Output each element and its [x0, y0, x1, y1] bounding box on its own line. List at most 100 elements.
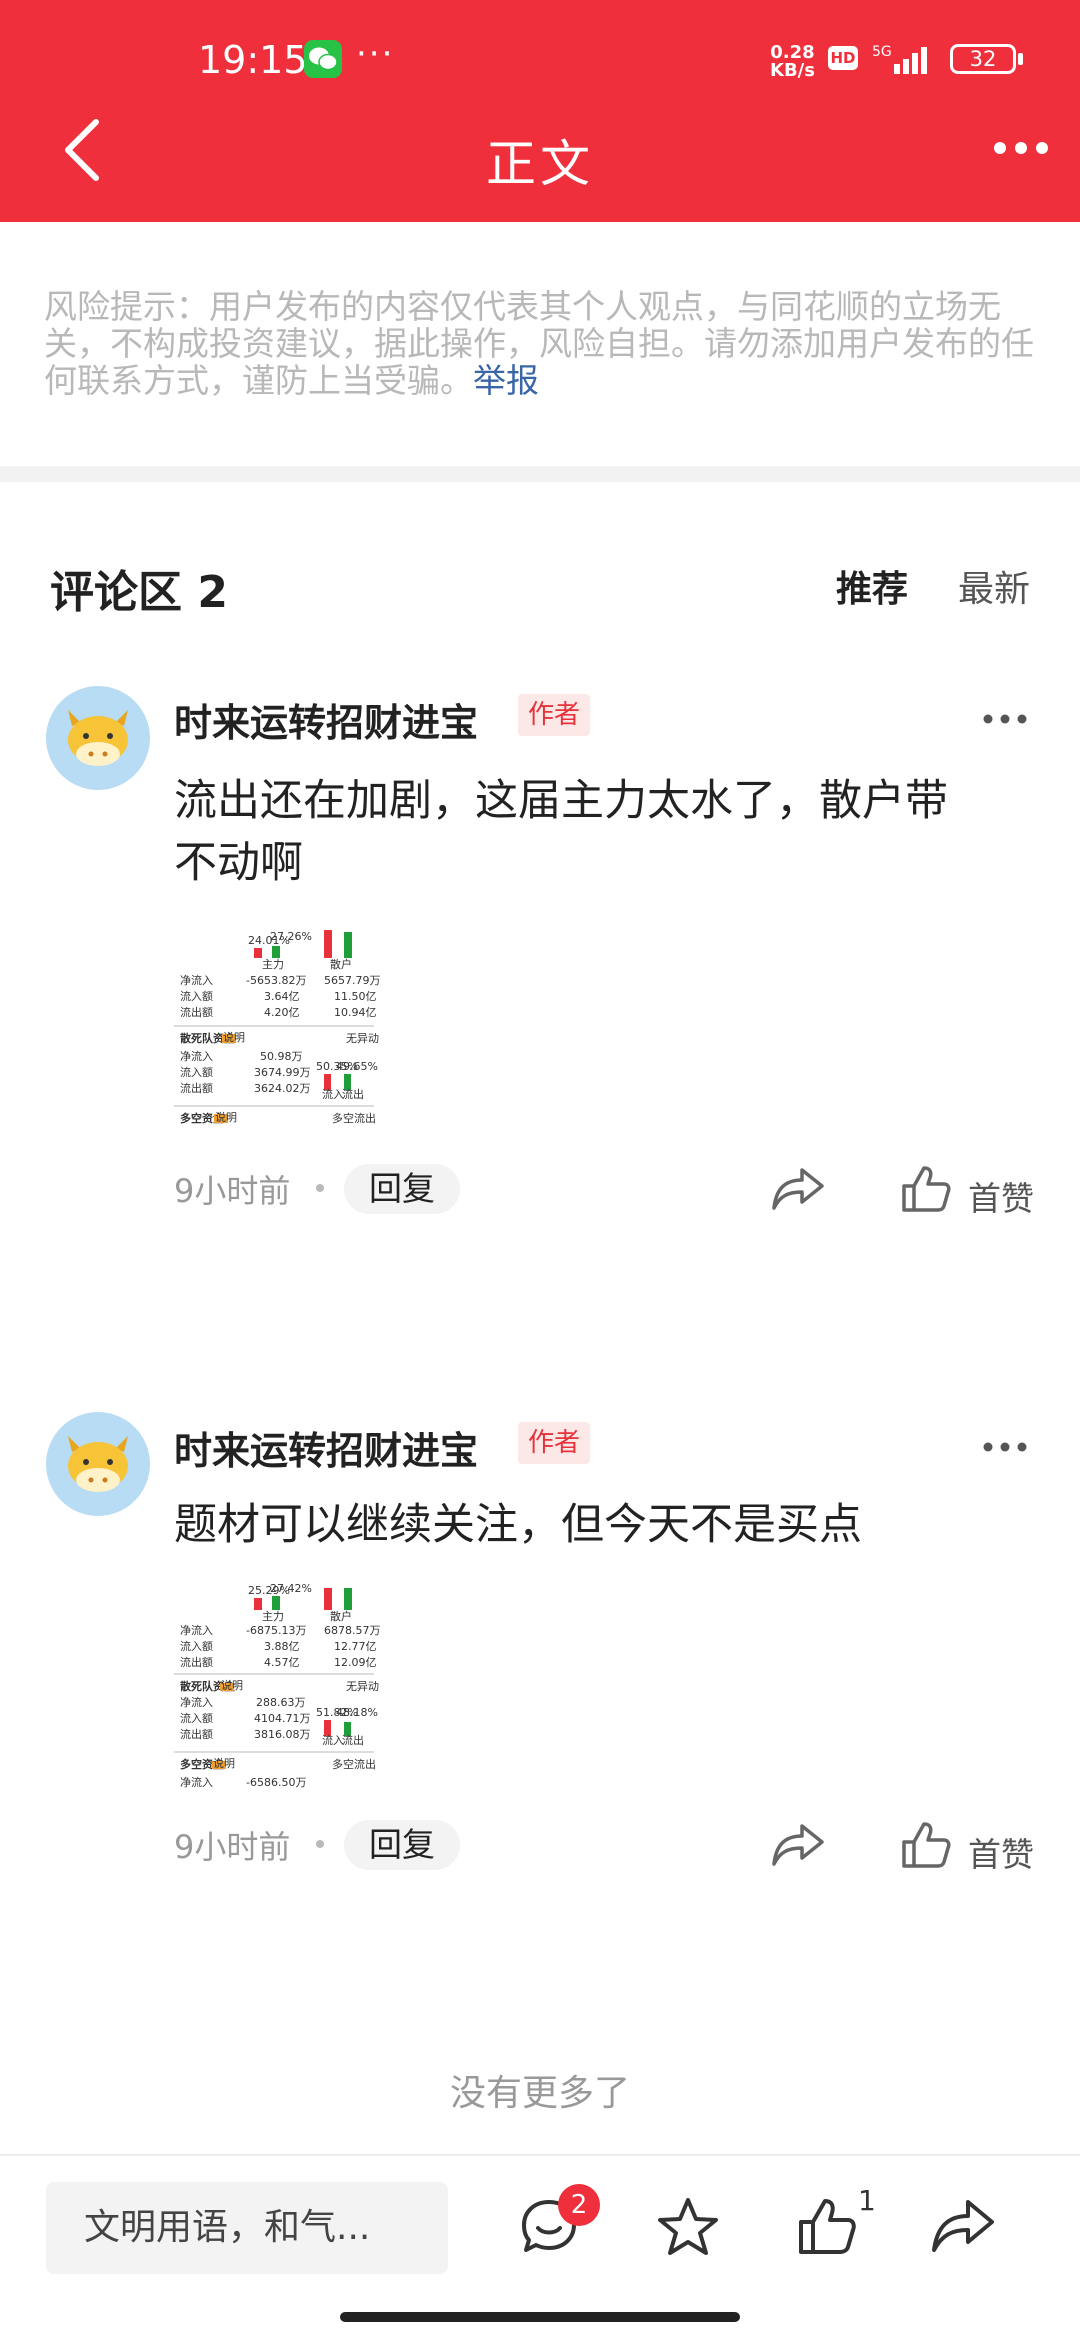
avatar[interactable] [46, 1412, 150, 1516]
fund-row-label: 流出额 [180, 1005, 213, 1019]
fund-row-label: 流入额 [180, 1711, 213, 1725]
comment-time: 9小时前 [174, 1828, 291, 1866]
retail-label: 散户 [330, 957, 352, 971]
share-forward-icon[interactable] [930, 2196, 996, 2258]
section2-tag: 说明 [223, 1030, 245, 1044]
section2-right: 无异动 [346, 1680, 379, 1693]
share-icon[interactable] [770, 1820, 826, 1872]
fund-row-v2: 10.94亿 [334, 1006, 377, 1019]
reply-button[interactable]: 回复 [344, 1820, 460, 1870]
cow-avatar-icon [68, 710, 128, 766]
retail-out-bar [344, 1588, 352, 1610]
report-link[interactable]: 举报 [473, 361, 539, 400]
like-icon[interactable] [900, 1820, 952, 1874]
retail-out-bar [344, 932, 352, 958]
separator-dot [316, 1840, 324, 1848]
out-label: 流出 [342, 1733, 364, 1747]
comment-username[interactable]: 时来运转招财进宝 [174, 1420, 478, 1475]
fund-row-label: 流入额 [180, 1065, 213, 1079]
like-thumb-icon[interactable] [796, 2196, 858, 2262]
main-out-bar [272, 946, 280, 958]
comment-image-fund-flow[interactable]: 24.01% 27.26% 主力 散户 净流入 -5653.82万 5657.7… [174, 928, 474, 1158]
fund-row-v2: 12.77亿 [334, 1640, 377, 1653]
comment-count-badge: 2 [558, 2184, 600, 2226]
fund-row-label: 净流入 [180, 1623, 213, 1637]
status-time: 19:15 [198, 38, 308, 82]
reply-button[interactable]: 回复 [344, 1164, 460, 1214]
avatar[interactable] [46, 686, 150, 790]
app-header: 19:15 ··· 0.28 KB/s HD 5G 32 正文 [0, 0, 1080, 222]
like-count: 1 [858, 2184, 876, 2217]
fund-row-label: 流出额 [180, 1727, 213, 1741]
like-icon[interactable] [900, 1164, 952, 1218]
section2-right: 无异动 [346, 1032, 379, 1045]
main-out-pct: 27.42% [270, 1584, 312, 1595]
fund-row-v1: 3624.02万 [254, 1082, 311, 1095]
fund-row-v2: 6878.57万 [324, 1624, 381, 1637]
author-badge: 作者 [518, 1422, 591, 1464]
out-label: 流出 [342, 1087, 364, 1101]
main-in-bar [254, 948, 262, 958]
main-out-bar [272, 1596, 280, 1610]
section3-right: 多空流出 [332, 1111, 376, 1125]
comment-text: 流出还在加剧，这届主力太水了，散户带 不动啊 [174, 770, 1034, 894]
fund-row-v1: 3.64亿 [264, 990, 300, 1003]
comment-time: 9小时前 [174, 1172, 291, 1210]
main-label: 主力 [262, 1610, 284, 1623]
sort-recommended-tab[interactable]: 推荐 [836, 560, 908, 612]
fund-row-v1: 4.20亿 [264, 1006, 300, 1019]
fund-row-label: 流入额 [180, 989, 213, 1003]
wechat-notification-icon [304, 40, 342, 78]
no-more-text: 没有更多了 [449, 2073, 630, 2114]
first-like-label[interactable]: 首赞 [968, 1828, 1034, 1876]
first-like-label[interactable]: 首赞 [968, 1172, 1034, 1220]
comment-image-fund-flow[interactable]: 25.29% 27.42% 主力 散户 净流入 -6875.13万 6878.5… [174, 1582, 474, 1798]
share-icon[interactable] [770, 1164, 826, 1216]
author-badge: 作者 [518, 694, 591, 736]
comment-more-button[interactable] [982, 710, 1028, 729]
fund-row-label: 流出额 [180, 1081, 213, 1095]
main-label: 主力 [262, 958, 284, 971]
fund-row-label: 净流入 [180, 1695, 213, 1709]
risk-notice-text: 风险提示：用户发布的内容仅代表其个人观点，与同花顺的立场无关，不构成投资建议，据… [44, 287, 1034, 400]
fund-row-v1: -6586.50万 [246, 1776, 306, 1789]
fund-row-v1: 4104.71万 [254, 1712, 311, 1725]
battery-tip [1018, 53, 1023, 65]
in-label: 流入 [322, 1733, 344, 1747]
comment-input[interactable]: 文明用语，和气... [46, 2182, 448, 2274]
fund-row-v1: 288.63万 [256, 1696, 306, 1709]
fund-row-v1: 3.88亿 [264, 1640, 300, 1653]
comments-section-title: 评论区 2 [50, 567, 228, 618]
more-options-button[interactable] [992, 140, 1050, 160]
signal-icon: 5G [872, 42, 942, 82]
more-horizontal-icon [983, 714, 1027, 724]
main-in-bar [254, 1598, 262, 1610]
page-title: 正文 [486, 135, 594, 193]
comment-text: 题材可以继续关注，但今天不是买点 [174, 1494, 1034, 1556]
out-pct2: 48.18% [336, 1706, 378, 1719]
cow-avatar-icon [68, 1436, 128, 1492]
comment-username[interactable]: 时来运转招财进宝 [174, 692, 478, 747]
more-notifications-icon: ··· [356, 34, 395, 74]
status-bar: 19:15 ··· 0.28 KB/s HD 5G 32 [0, 34, 1080, 90]
section3-tag: 说明 [215, 1110, 237, 1124]
fund-row-v2: 12.09亿 [334, 1656, 377, 1669]
comment-text-line: 不动啊 [174, 838, 303, 888]
retail-in-bar [324, 930, 332, 958]
fund-row-v1: 3816.08万 [254, 1728, 311, 1741]
more-horizontal-icon [983, 1442, 1027, 1452]
in-label: 流入 [322, 1087, 344, 1101]
network-speed: 0.28 KB/s [770, 44, 815, 80]
battery-indicator: 32 [950, 44, 1016, 74]
comment-more-button[interactable] [982, 1438, 1028, 1457]
fund-row-v1: -6875.13万 [246, 1624, 306, 1637]
sort-latest-tab[interactable]: 最新 [958, 560, 1030, 612]
out-pct2: 49.65% [336, 1060, 378, 1073]
favorite-star-icon[interactable] [656, 2196, 720, 2262]
risk-notice: 风险提示：用户发布的内容仅代表其个人观点，与同花顺的立场无关，不构成投资建议，据… [44, 288, 1044, 399]
fund-row-label: 净流入 [180, 1049, 213, 1063]
section3-tag: 说明 [213, 1756, 235, 1770]
home-indicator[interactable] [340, 2312, 740, 2322]
fund-row-label: 净流入 [180, 973, 213, 987]
fund-row-v1: -5653.82万 [246, 974, 306, 987]
